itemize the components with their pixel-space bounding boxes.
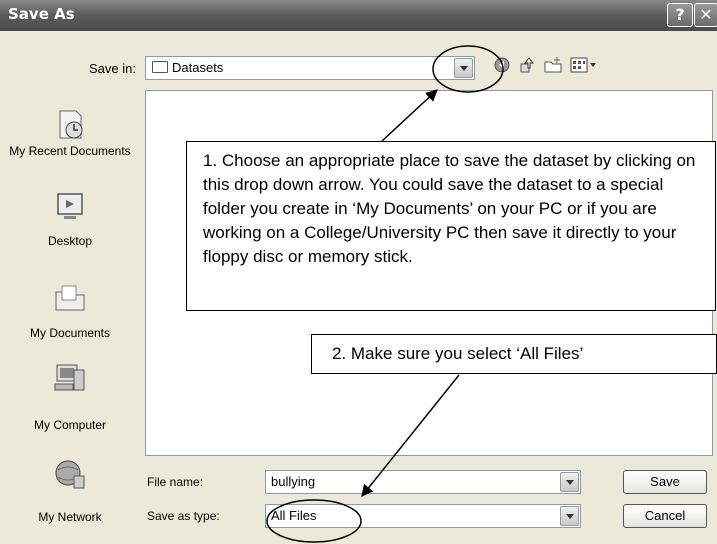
arrow-to-savetype <box>361 374 460 497</box>
highlight-ellipse-savetype <box>266 499 362 543</box>
arrow-to-savein <box>381 89 438 142</box>
save-as-dialog: Save As ? ✕ Save in: Datasets My Recent … <box>0 0 717 544</box>
highlight-ellipse-savein <box>432 45 504 93</box>
annotation-overlay <box>266 45 504 543</box>
